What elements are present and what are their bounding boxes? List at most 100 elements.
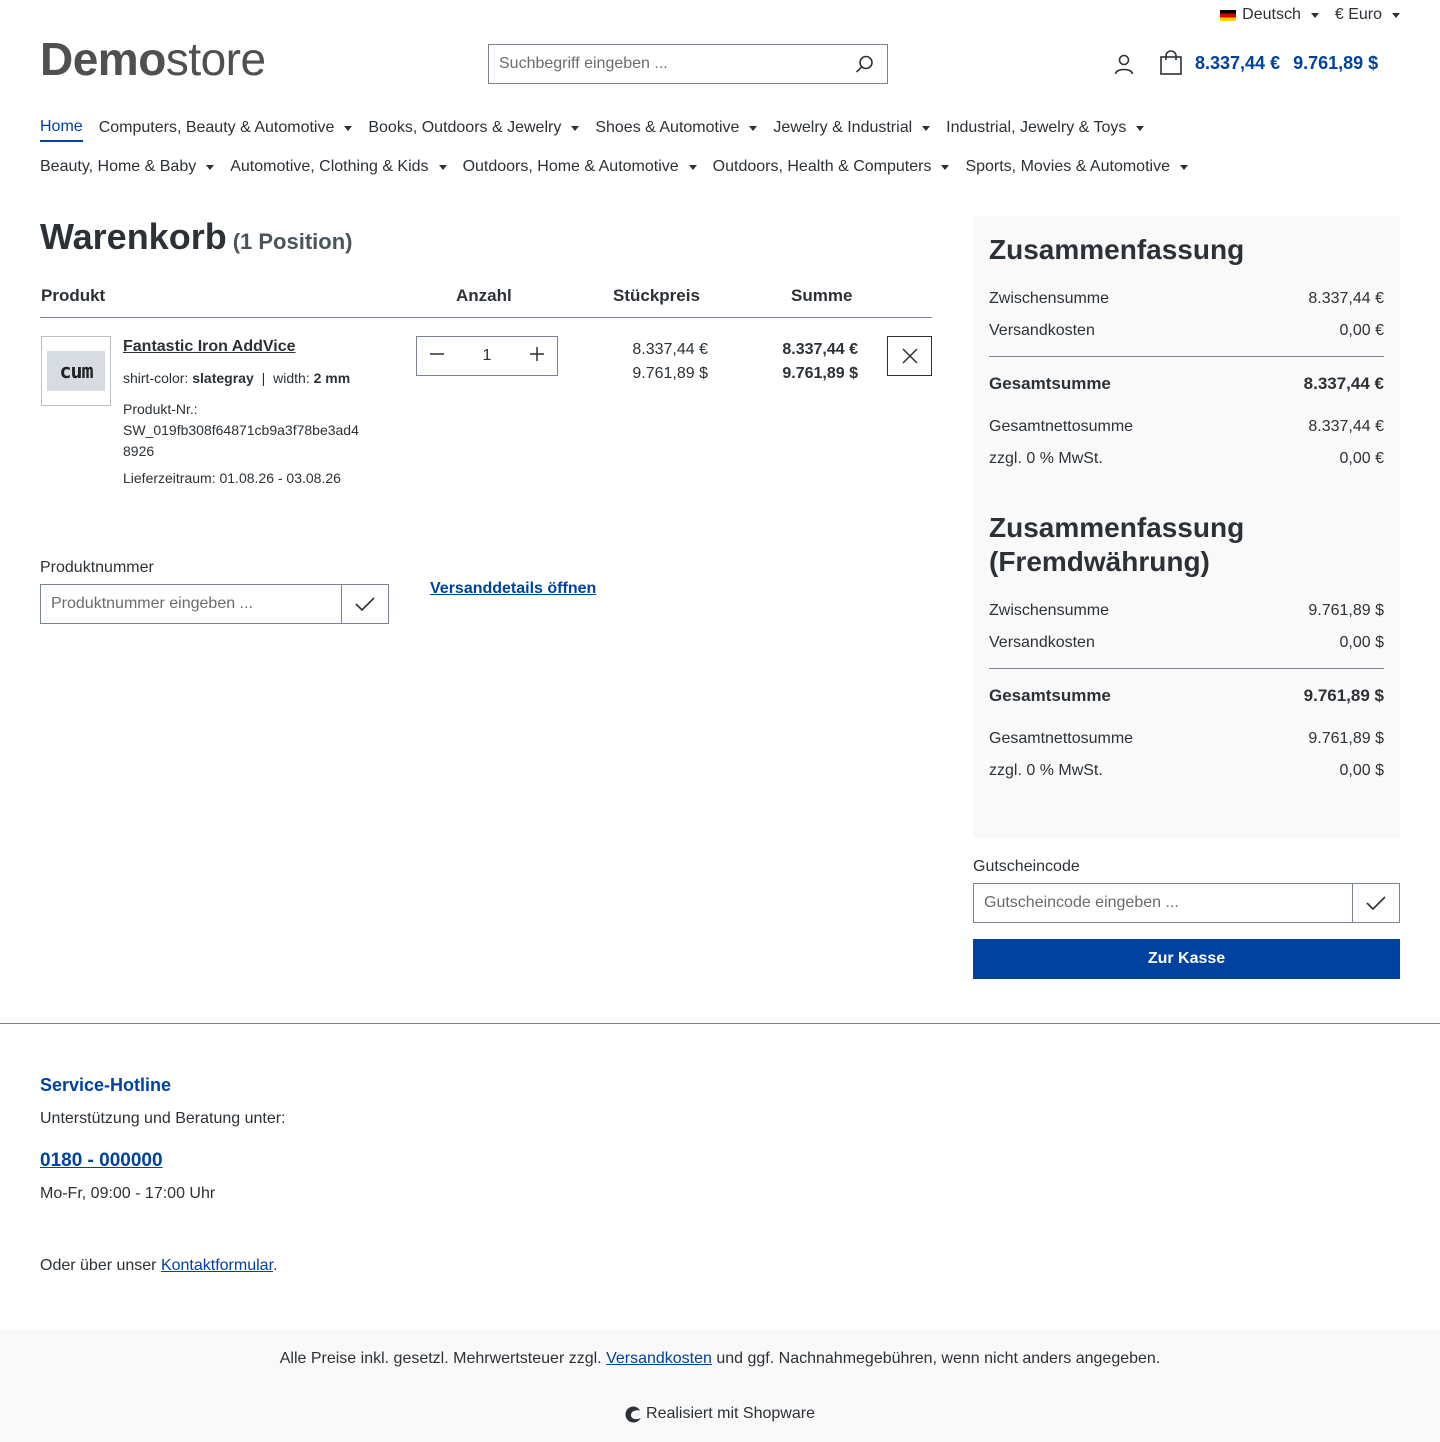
currency-dropdown[interactable]: € Euro [1335, 6, 1400, 24]
summary-value: 9.761,89 $ [1303, 686, 1384, 705]
summary-label: Gesamtsumme [989, 686, 1111, 705]
cart-total-usd: 9.761,89 $ [1293, 53, 1379, 73]
chevron-down-icon [1179, 164, 1188, 170]
nav-item-jewelry-industrial[interactable]: Jewelry & Industrial [773, 118, 931, 142]
apply-voucher-button[interactable] [1352, 884, 1399, 922]
summary-foreign-tax: zzgl. 0 % MwSt. 0,00 $ [989, 762, 1384, 780]
language-label: Deutsch [1242, 6, 1301, 23]
german-flag-icon [1220, 9, 1237, 21]
cart-button[interactable] [1159, 50, 1183, 81]
chevron-down-icon [749, 125, 758, 131]
nav-item-outdoors-home-automotive[interactable]: Outdoors, Home & Automotive [463, 158, 697, 180]
product-number-input[interactable] [41, 585, 341, 623]
delivery-time: Lieferzeitraum: 01.08.26 - 03.08.26 [123, 470, 341, 486]
nav-item-outdoors-health-computers[interactable]: Outdoors, Health & Computers [713, 158, 950, 180]
summary-total: Gesamtsumme 8.337,44 € [989, 374, 1384, 394]
nav-item-sports-movies-automotive[interactable]: Sports, Movies & Automotive [965, 158, 1188, 180]
shopware-logo-icon [625, 1406, 641, 1422]
product-thumbnail[interactable]: cum [41, 336, 111, 406]
vat-notice: Alle Preise inkl. gesetzl. Mehrwertsteue… [0, 1350, 1440, 1368]
line-total-usd: 9.761,89 $ [782, 365, 858, 382]
summary-label: Zwischensumme [989, 602, 1110, 619]
variant-value: slategray [192, 370, 254, 386]
summary-value: 9.761,89 $ [1308, 730, 1384, 747]
contact-text: Oder über unser Kontaktformular. [40, 1257, 277, 1275]
main-nav-row-2: Beauty, Home & Baby Automotive, Clothing… [40, 158, 1400, 180]
header-unit-price: Stückpreis [613, 286, 700, 305]
unit-price-eur: 8.337,44 € [632, 341, 708, 358]
shopping-bag-icon [1160, 50, 1182, 75]
nav-item-books-outdoors-jewelry[interactable]: Books, Outdoors & Jewelry [368, 118, 580, 142]
summary-label: Gesamtnettosumme [989, 418, 1134, 435]
shipping-details-link[interactable]: Versanddetails öffnen [430, 580, 596, 598]
shipping-costs-link[interactable]: Versandkosten [606, 1350, 712, 1367]
contact-prefix: Oder über unser [40, 1257, 161, 1274]
nav-label: Jewelry & Industrial [773, 119, 913, 136]
quantity-stepper: 1 [416, 336, 558, 376]
plus-icon [530, 346, 544, 361]
chevron-down-icon [922, 125, 931, 131]
summary-label: Zwischensumme [989, 290, 1110, 307]
product-number: Produkt-Nr.: SW_019fb308f64871cb9a3f78be… [123, 399, 363, 462]
quantity-value[interactable]: 1 [483, 347, 492, 365]
variant-separator: | [261, 370, 266, 386]
checkout-button[interactable]: Zur Kasse [973, 939, 1400, 979]
main-nav-row-1: Home Computers, Beauty & Automotive Book… [40, 118, 1400, 142]
search-input[interactable] [489, 45, 843, 83]
header-sum: Summe [791, 286, 853, 305]
cart-title-text: Warenkorb [40, 216, 227, 257]
product-image: cum [47, 351, 105, 391]
account-button[interactable] [1112, 52, 1136, 81]
footer-bottom: Alle Preise inkl. gesetzl. Mehrwertsteue… [0, 1330, 1440, 1442]
variant-label: shirt-color: [123, 370, 189, 386]
remove-item-button[interactable] [887, 336, 932, 376]
summary-title: Zusammenfassung [989, 234, 1245, 265]
nav-label: Computers, Beauty & Automotive [98, 119, 335, 136]
nav-item-computers-beauty-automotive[interactable]: Computers, Beauty & Automotive [99, 118, 353, 142]
nav-item-industrial-jewelry-toys[interactable]: Industrial, Jewelry & Toys [946, 118, 1145, 142]
unit-price-usd: 9.761,89 $ [632, 365, 708, 382]
nav-label: Shoes & Automotive [595, 119, 740, 136]
powered-by[interactable]: Realisiert mit Shopware [0, 1405, 1440, 1423]
header-quantity: Anzahl [456, 286, 512, 305]
nav-item-home[interactable]: Home [40, 118, 83, 142]
nav-label: Sports, Movies & Automotive [965, 158, 1170, 175]
summary-panel: Zusammenfassung Zwischensumme 8.337,44 € … [973, 216, 1400, 838]
voucher-label: Gutscheincode [973, 858, 1080, 875]
language-dropdown[interactable]: Deutsch [1220, 6, 1319, 24]
increase-button[interactable] [529, 346, 545, 367]
nav-item-automotive-clothing-kids[interactable]: Automotive, Clothing & Kids [230, 158, 447, 180]
contact-suffix: . [273, 1257, 278, 1274]
checkmark-icon [1366, 896, 1386, 911]
user-icon [1114, 54, 1134, 75]
summary-value: 0,00 € [1339, 450, 1384, 467]
voucher-input[interactable] [974, 884, 1352, 922]
nav-label: Outdoors, Health & Computers [712, 158, 932, 175]
add-product-button[interactable] [341, 585, 388, 623]
nav-label: Books, Outdoors & Jewelry [368, 119, 562, 136]
store-logo[interactable]: Demostore [40, 36, 266, 82]
line-total: 8.337,44 € 9.761,89 $ [720, 338, 858, 386]
decrease-button[interactable] [429, 346, 445, 367]
summary-label: zzgl. 0 % MwSt. [989, 450, 1103, 467]
minus-icon [430, 352, 444, 355]
summary-value: 0,00 $ [1339, 762, 1384, 779]
search-button[interactable] [843, 45, 887, 83]
nav-item-shoes-automotive[interactable]: Shoes & Automotive [595, 118, 758, 142]
close-icon [901, 348, 918, 364]
summary-foreign-subtotal: Zwischensumme 9.761,89 $ [989, 602, 1384, 620]
page-title: Warenkorb (1 Position) [40, 216, 352, 258]
nav-label: Automotive, Clothing & Kids [230, 158, 429, 175]
hotline-phone-link[interactable]: 0180 - 000000 [40, 1150, 163, 1172]
summary-value: 0,00 € [1339, 322, 1384, 339]
nav-label: Outdoors, Home & Automotive [462, 158, 679, 175]
search-icon [856, 55, 873, 73]
contact-form-link[interactable]: Kontaktformular [161, 1257, 273, 1274]
cart-position-count: (1 Position) [232, 229, 353, 254]
nav-item-beauty-home-baby[interactable]: Beauty, Home & Baby [40, 158, 215, 180]
cart-total[interactable]: 8.337,44 € 9.761,89 $ [1195, 53, 1378, 74]
summary-value: 9.761,89 $ [1308, 602, 1384, 619]
product-name-link[interactable]: Fantastic Iron AddVice [123, 338, 295, 356]
currency-label: € Euro [1334, 6, 1382, 23]
hotline-subtitle: Unterstützung und Beratung unter: [40, 1110, 286, 1127]
